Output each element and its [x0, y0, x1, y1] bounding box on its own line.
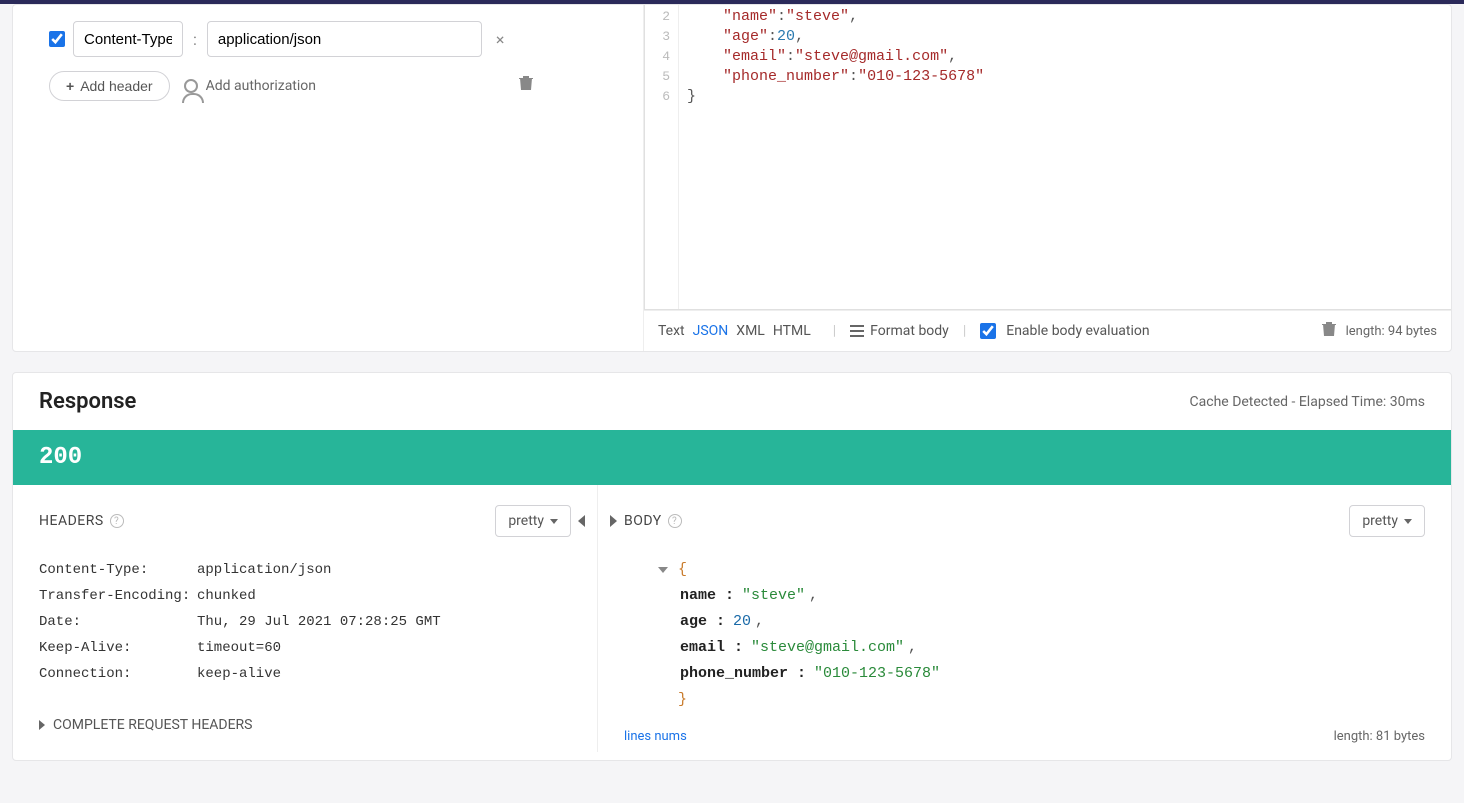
add-header-label: Add header	[80, 78, 152, 94]
body-view-mode-label: pretty	[1362, 513, 1398, 529]
response-header-key: Content-Type:	[39, 557, 197, 583]
body-tab-html[interactable]: HTML	[773, 323, 811, 339]
response-header-row: Keep-Alive:timeout=60	[39, 635, 571, 661]
toolbar-divider: |	[829, 323, 840, 339]
help-icon[interactable]: ?	[668, 514, 682, 528]
json-row: age : 20,	[644, 609, 1425, 635]
request-body-editor[interactable]: 23456 "name":"steve", "age":20, "email":…	[644, 5, 1451, 310]
json-collapse-icon[interactable]	[658, 567, 668, 573]
response-body-title-text: BODY	[624, 513, 662, 529]
response-headers-table: Content-Type:application/jsonTransfer-En…	[39, 557, 571, 687]
header-value-input[interactable]	[207, 21, 482, 57]
response-header-value: application/json	[197, 557, 571, 583]
response-body-json: {name : "steve",age : 20,email : "steve@…	[624, 557, 1425, 713]
collapse-body-icon[interactable]	[610, 515, 617, 527]
response-body-length: length: 81 bytes	[1334, 729, 1425, 744]
response-header-bar: Response Cache Detected - Elapsed Time: …	[13, 373, 1451, 430]
header-enabled-checkbox[interactable]	[49, 31, 65, 47]
body-eval-label: Enable body evaluation	[1006, 323, 1149, 339]
add-authorization-button[interactable]: Add authorization	[184, 78, 316, 94]
response-header-value: Thu, 29 Jul 2021 07:28:25 GMT	[197, 609, 571, 635]
response-header-row: Transfer-Encoding:chunked	[39, 583, 571, 609]
format-icon	[850, 325, 864, 337]
response-header-row: Content-Type:application/json	[39, 557, 571, 583]
response-headers-title-text: HEADERS	[39, 513, 104, 529]
editor-code[interactable]: "name":"steve", "age":20, "email":"steve…	[679, 5, 1451, 309]
response-header-key: Connection:	[39, 661, 197, 687]
json-row: email : "steve@gmail.com",	[644, 635, 1425, 661]
request-body-panel: 23456 "name":"steve", "age":20, "email":…	[643, 5, 1451, 351]
header-row: : ×	[49, 21, 607, 57]
response-header-value: chunked	[197, 583, 571, 609]
chevron-down-icon	[550, 519, 558, 524]
response-header-key: Date:	[39, 609, 197, 635]
toolbar-divider-2: |	[959, 323, 970, 339]
body-eval-checkbox[interactable]	[980, 323, 996, 339]
lines-nums-toggle[interactable]: lines nums	[624, 729, 687, 744]
complete-request-headers-label: COMPLETE REQUEST HEADERS	[53, 717, 253, 733]
body-tab-text[interactable]: Text	[658, 323, 685, 339]
chevron-down-icon	[1404, 519, 1412, 524]
response-headers-column: HEADERS ? pretty Content-Type:applicatio…	[13, 485, 598, 752]
response-meta: Cache Detected - Elapsed Time: 30ms	[1190, 394, 1425, 410]
person-icon	[184, 79, 198, 93]
delete-headers-icon[interactable]	[519, 75, 533, 91]
add-authorization-label: Add authorization	[206, 78, 316, 94]
remove-header-icon[interactable]: ×	[490, 30, 511, 49]
response-header-key: Keep-Alive:	[39, 635, 197, 661]
response-header-value: timeout=60	[197, 635, 571, 661]
response-card: Response Cache Detected - Elapsed Time: …	[12, 372, 1452, 761]
format-body-button[interactable]: Format body	[850, 323, 949, 339]
request-body-length: length: 94 bytes	[1346, 324, 1437, 339]
format-body-label: Format body	[870, 323, 949, 339]
headers-view-mode-select[interactable]: pretty	[495, 505, 571, 537]
json-row: phone_number : "010-123-5678"	[644, 661, 1425, 687]
request-headers-panel: : × + Add header Add authorization	[13, 5, 643, 351]
status-code: 200	[39, 444, 82, 471]
request-card: : × + Add header Add authorization 23456…	[12, 4, 1452, 352]
body-view-mode-select[interactable]: pretty	[1349, 505, 1425, 537]
body-tab-json[interactable]: JSON	[693, 323, 729, 339]
body-tab-xml[interactable]: XML	[736, 323, 765, 339]
chevron-right-icon	[39, 720, 45, 730]
header-name-input[interactable]	[73, 21, 183, 57]
response-title: Response	[39, 389, 136, 414]
response-header-row: Date:Thu, 29 Jul 2021 07:28:25 GMT	[39, 609, 571, 635]
clear-body-icon[interactable]	[1322, 321, 1336, 341]
response-columns: HEADERS ? pretty Content-Type:applicatio…	[13, 485, 1451, 752]
response-header-row: Connection:keep-alive	[39, 661, 571, 687]
body-format-tabs: Text JSON XML HTML	[658, 323, 819, 339]
headers-view-mode-label: pretty	[508, 513, 544, 529]
help-icon[interactable]: ?	[110, 514, 124, 528]
json-row: name : "steve",	[644, 583, 1425, 609]
header-colon: :	[191, 30, 199, 49]
response-headers-title: HEADERS ?	[39, 513, 124, 529]
response-header-value: keep-alive	[197, 661, 571, 687]
editor-gutter: 23456	[645, 5, 679, 309]
collapse-headers-icon[interactable]	[578, 515, 585, 527]
response-body-column: BODY ? pretty {name : "steve",age : 20,e…	[598, 485, 1451, 752]
response-header-key: Transfer-Encoding:	[39, 583, 197, 609]
request-body-toolbar: Text JSON XML HTML | Format body | Enable b…	[644, 310, 1451, 351]
response-body-title: BODY ?	[624, 513, 682, 529]
status-bar: 200	[13, 430, 1451, 485]
complete-request-headers-toggle[interactable]: COMPLETE REQUEST HEADERS	[39, 717, 253, 733]
add-header-button[interactable]: + Add header	[49, 71, 170, 101]
plus-icon: +	[66, 78, 74, 94]
